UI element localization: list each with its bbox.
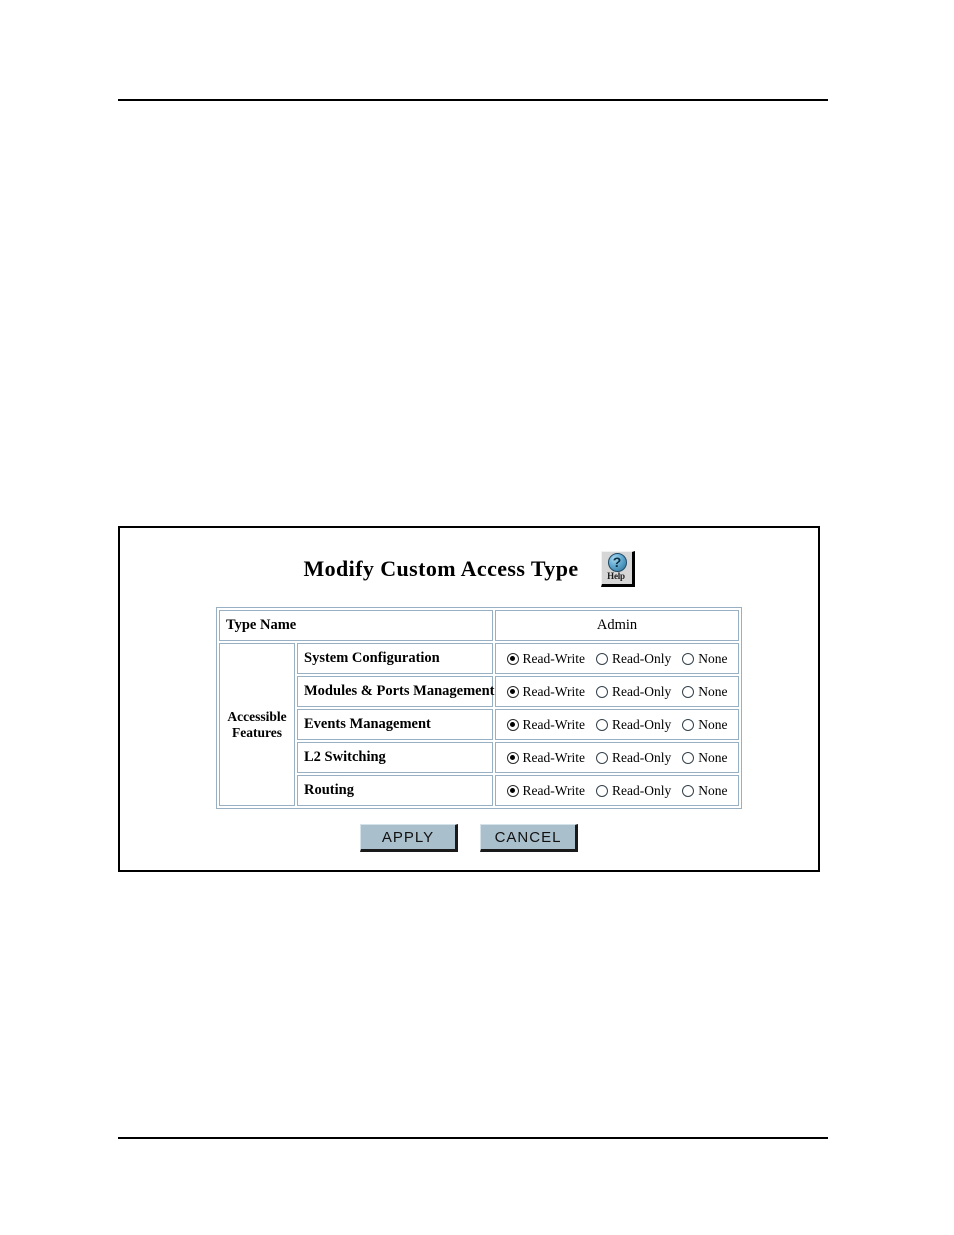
accessible-features-cell: Accessible Features	[219, 643, 295, 806]
radio-option-none[interactable]: None	[682, 684, 727, 700]
table-row: Modules & Ports Management Read-Write Re…	[219, 676, 739, 707]
radio-button-icon[interactable]	[506, 751, 519, 764]
radio-label: Read-Only	[611, 683, 672, 699]
feature-label: L2 Switching	[304, 749, 386, 765]
feature-name-cell: Modules & Ports Management	[297, 676, 495, 707]
radio-label: Read-Only	[611, 716, 672, 732]
modify-custom-access-type-panel: Modify Custom Access Type ? Help Type Na…	[118, 526, 820, 872]
feature-label: Modules & Ports Management	[304, 683, 495, 699]
feature-name-cell: L2 Switching	[297, 742, 493, 773]
radio-button-icon[interactable]	[506, 685, 519, 698]
feature-access-cell: Read-Write Read-Only None	[495, 742, 739, 773]
radio-button-icon[interactable]	[682, 718, 695, 731]
radio-button-icon[interactable]	[595, 652, 608, 665]
radio-button-icon[interactable]	[682, 652, 695, 665]
accessible-features-label-line2: Features	[232, 724, 282, 740]
radio-option-none[interactable]: None	[682, 783, 727, 799]
radio-label: Read-Write	[522, 782, 585, 798]
radio-option-none[interactable]: None	[682, 651, 727, 667]
radio-label: None	[698, 749, 728, 765]
radio-option-read-write[interactable]: Read-Write	[506, 716, 585, 733]
radio-label: Read-Only	[611, 782, 672, 798]
radio-group-routing: Read-Write Read-Only None	[496, 781, 738, 801]
radio-option-read-only[interactable]: Read-Only	[595, 782, 672, 799]
accessible-features-label: Accessible Features	[220, 709, 294, 741]
radio-button-icon[interactable]	[682, 751, 695, 764]
panel-header: Modify Custom Access Type ? Help	[120, 546, 818, 592]
table-row: L2 Switching Read-Write Read-Only None	[219, 742, 739, 773]
radio-group-l2-switching: Read-Write Read-Only None	[496, 748, 738, 768]
feature-name-cell: Routing	[297, 775, 493, 806]
table-row: Routing Read-Write Read-Only None	[219, 775, 739, 806]
radio-group-events-management: Read-Write Read-Only None	[496, 715, 738, 735]
apply-button[interactable]: APPLY	[360, 824, 458, 852]
radio-option-read-write[interactable]: Read-Write	[506, 683, 585, 700]
feature-access-cell: Read-Write Read-Only None	[495, 676, 739, 707]
radio-label: None	[698, 782, 728, 798]
footer-rule	[118, 1137, 828, 1139]
page-title: Modify Custom Access Type	[303, 556, 579, 581]
table-body: Type Name Admin Accessible Features Syst…	[219, 610, 739, 806]
radio-label: None	[698, 650, 728, 666]
radio-button-icon[interactable]	[506, 718, 519, 731]
radio-button-icon[interactable]	[682, 784, 695, 797]
question-mark-icon: ?	[612, 554, 622, 570]
radio-button-icon[interactable]	[595, 718, 608, 731]
feature-label: System Configuration	[304, 650, 440, 666]
radio-option-read-write[interactable]: Read-Write	[506, 782, 585, 799]
radio-label: Read-Write	[522, 749, 585, 765]
radio-button-icon[interactable]	[682, 685, 695, 698]
radio-label: Read-Only	[611, 749, 672, 765]
feature-access-cell: Read-Write Read-Only None	[495, 775, 739, 806]
radio-option-read-only[interactable]: Read-Only	[595, 716, 672, 733]
radio-button-icon[interactable]	[595, 751, 608, 764]
radio-option-read-only[interactable]: Read-Only	[595, 749, 672, 766]
accessible-features-label-line1: Accessible	[227, 708, 287, 724]
table-row: Events Management Read-Write Read-Only N…	[219, 709, 739, 740]
radio-button-icon[interactable]	[595, 685, 608, 698]
cancel-button[interactable]: CANCEL	[480, 824, 578, 852]
type-name-label: Type Name	[226, 617, 297, 633]
access-type-table: Type Name Admin Accessible Features Syst…	[216, 607, 742, 809]
radio-label: None	[698, 683, 728, 699]
radio-label: Read-Write	[522, 683, 585, 699]
radio-label: None	[698, 716, 728, 732]
radio-option-none[interactable]: None	[682, 750, 727, 766]
radio-button-icon[interactable]	[595, 784, 608, 797]
type-name-cell: Type Name	[219, 610, 493, 641]
feature-name-cell: System Configuration	[297, 643, 493, 674]
table-row: Accessible Features System Configuration…	[219, 643, 739, 806]
feature-access-cell: Read-Write Read-Only None	[495, 643, 739, 674]
header-rule	[118, 99, 828, 101]
radio-option-read-only[interactable]: Read-Only	[595, 683, 672, 700]
action-button-bar: APPLY CANCEL	[120, 824, 818, 852]
radio-option-read-only[interactable]: Read-Only	[595, 650, 672, 667]
radio-button-icon[interactable]	[506, 784, 519, 797]
table-row-type-name: Type Name Admin	[219, 610, 739, 641]
radio-label: Read-Write	[522, 716, 585, 732]
feature-label: Events Management	[304, 716, 431, 732]
admin-header-cell: Admin	[495, 610, 739, 641]
radio-group-modules-ports-management: Read-Write Read-Only None	[496, 682, 738, 702]
radio-option-read-write[interactable]: Read-Write	[506, 650, 585, 667]
help-icon-label: Help	[607, 571, 625, 581]
radio-option-read-write[interactable]: Read-Write	[506, 749, 585, 766]
radio-group-system-configuration: Read-Write Read-Only None	[496, 649, 738, 669]
radio-option-none[interactable]: None	[682, 717, 727, 733]
radio-label: Read-Only	[611, 650, 672, 666]
help-icon[interactable]: ? Help	[600, 551, 635, 587]
radio-button-icon[interactable]	[506, 652, 519, 665]
feature-access-cell: Read-Write Read-Only None	[495, 709, 739, 740]
radio-label: Read-Write	[522, 650, 585, 666]
feature-label: Routing	[304, 782, 354, 798]
feature-name-cell: Events Management	[297, 709, 493, 740]
admin-column-header: Admin	[596, 617, 638, 633]
